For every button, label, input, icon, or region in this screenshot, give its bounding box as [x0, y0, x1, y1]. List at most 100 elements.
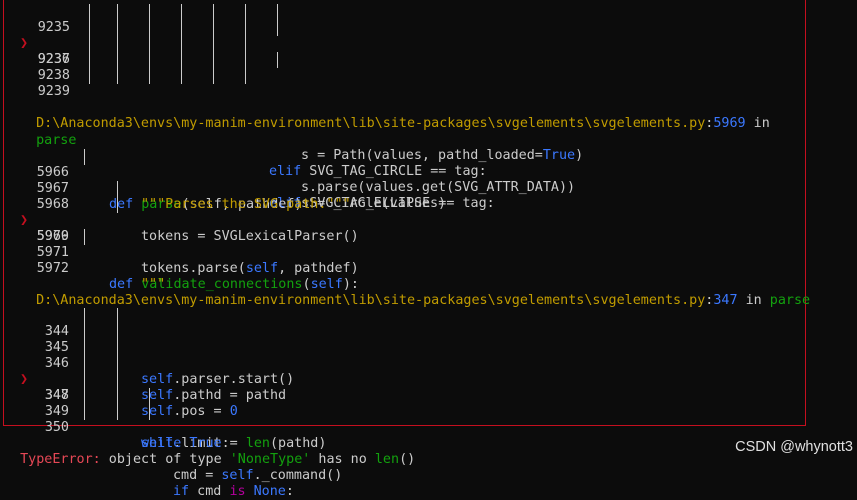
code-line-5969: ❯ 5969 tokens.parse(self, pathdef) [0, 197, 359, 276]
indent-guide [213, 36, 214, 52]
in-word: in [737, 293, 770, 308]
indent-guide [149, 52, 150, 68]
line-number: 5966 [36, 165, 69, 180]
indent-guide [149, 68, 150, 84]
current-line-marker-icon: ❯ [20, 36, 29, 51]
indent-guide [149, 36, 150, 52]
code-text: self.parser.start() [141, 372, 295, 387]
code-line-5970: 5970 [0, 213, 69, 244]
indent-guide [149, 388, 150, 404]
indent-guide [181, 68, 182, 84]
file-path: D:\Anaconda3\envs\my-manim-environment\l… [36, 116, 706, 131]
code-text: s.parse(values.get(SVG_ATTR_DATA)) [301, 180, 576, 195]
indent-guide [117, 197, 118, 213]
error-quoted: 'NoneType' [229, 452, 311, 467]
code-line-5968: 5968 tokens = SVGLexicalParser() [0, 181, 359, 244]
line-number: 348 [44, 388, 69, 403]
indent-guide [89, 4, 90, 20]
indent-guide [84, 340, 85, 356]
function-name: parse [36, 133, 77, 148]
line-number: 5971 [36, 245, 69, 260]
line-number: 346 [44, 356, 69, 371]
indent-guide [89, 68, 90, 84]
line-number: 9238 [37, 68, 70, 83]
line-number: 9235 [37, 20, 70, 35]
indent-guide [245, 36, 246, 52]
code-line-9235: 9235 s = Path(values, pathd_loaded=True) [0, 4, 583, 163]
indent-guide [89, 52, 90, 68]
indent-guide [149, 404, 150, 420]
indent-guide [213, 68, 214, 84]
indent-guide [213, 4, 214, 20]
indent-guide [181, 36, 182, 52]
error-text: has no [310, 452, 375, 467]
indent-guide [213, 20, 214, 36]
docstring: """Parses the SVG path.""" [141, 197, 351, 212]
code-text: elif SVG_TAG_CIRCLE == tag: [269, 164, 487, 179]
indent-guide [117, 52, 118, 68]
frame-header: D:\Anaconda3\envs\my-manim-environment\l… [20, 277, 810, 308]
code-text: self.pathd = pathd [141, 388, 287, 403]
line-number: 344 [44, 324, 69, 339]
error-text: object of type [100, 452, 230, 467]
code-line-5967: 5967 """Parses the SVG path.""" [0, 165, 351, 212]
indent-guide [117, 20, 118, 36]
frame-function: parse [20, 117, 76, 148]
error-fn: len [374, 452, 400, 467]
indent-guide [117, 404, 118, 420]
code-line-345: 345 self.pathd = pathd [0, 324, 286, 403]
indent-guide [181, 20, 182, 36]
line-number: 349 [44, 404, 69, 419]
code-text: self.pos = 0 [141, 404, 238, 419]
indent-guide [245, 68, 246, 84]
indent-guide [117, 372, 118, 388]
code-text: tokens.parse(self, pathdef) [141, 261, 359, 276]
error-message: TypeError: object of type 'NoneType' has… [4, 436, 415, 467]
indent-guide [84, 404, 85, 420]
code-line-346: 346 self.pos = 0 [0, 340, 238, 419]
indent-guide [84, 388, 85, 404]
indent-guide [213, 52, 214, 68]
current-line-marker-icon: ❯ [20, 372, 29, 387]
frame-lineno: 5969 [713, 116, 746, 131]
current-line-marker-icon: ❯ [20, 213, 29, 228]
indent-guide [89, 36, 90, 52]
indent-guide [84, 372, 85, 388]
code-line-350: 350 if cmd is None: [0, 404, 294, 499]
traceback-box [3, 0, 806, 426]
frame-lineno: 347 [713, 293, 738, 308]
indent-guide [117, 356, 118, 372]
indent-guide [117, 36, 118, 52]
indent-guide [84, 324, 85, 340]
code-text: s = Path(values, pathd_loaded=True) [301, 148, 584, 163]
code-text: if cmd is None: [173, 484, 294, 499]
line-number: 5972 [36, 261, 69, 276]
indent-guide [84, 149, 85, 165]
line-number: 5970 [36, 229, 69, 244]
code-line-9238: 9238 s = Circle(values) [0, 52, 446, 211]
code-line-9237: 9237 elif SVG_TAG_CIRCLE == tag: [0, 36, 487, 179]
file-path: D:\Anaconda3\envs\my-manim-environment\l… [36, 293, 706, 308]
indent-guide [84, 229, 85, 245]
indent-guide [117, 68, 118, 84]
line-number: 5967 [36, 181, 69, 196]
indent-guide [117, 340, 118, 356]
indent-guide [245, 20, 246, 36]
line-number: 9237 [37, 52, 70, 67]
line-number: 345 [44, 340, 69, 355]
function-name: parse [769, 293, 811, 308]
code-line-347: ❯ 347 self.limit = len(pathd) [0, 356, 326, 451]
indent-guide [117, 181, 118, 197]
indent-guide [245, 52, 246, 68]
code-line-9239: 9239 elif SVG_TAG_ELLIPSE == tag: [0, 68, 495, 211]
indent-guide [149, 20, 150, 36]
code-line-5966: 5966 def parse(self, pathdef): [0, 149, 311, 212]
indent-guide [117, 308, 118, 324]
error-type: TypeError: [20, 452, 101, 467]
code-line-348: 348 while True: [0, 372, 230, 451]
error-tail: () [399, 452, 416, 467]
indent-guide [277, 4, 278, 20]
code-line-5972: 5972 """ [0, 245, 165, 292]
indent-guide [181, 4, 182, 20]
code-line-344: 344 self.parser.start() [0, 308, 294, 387]
